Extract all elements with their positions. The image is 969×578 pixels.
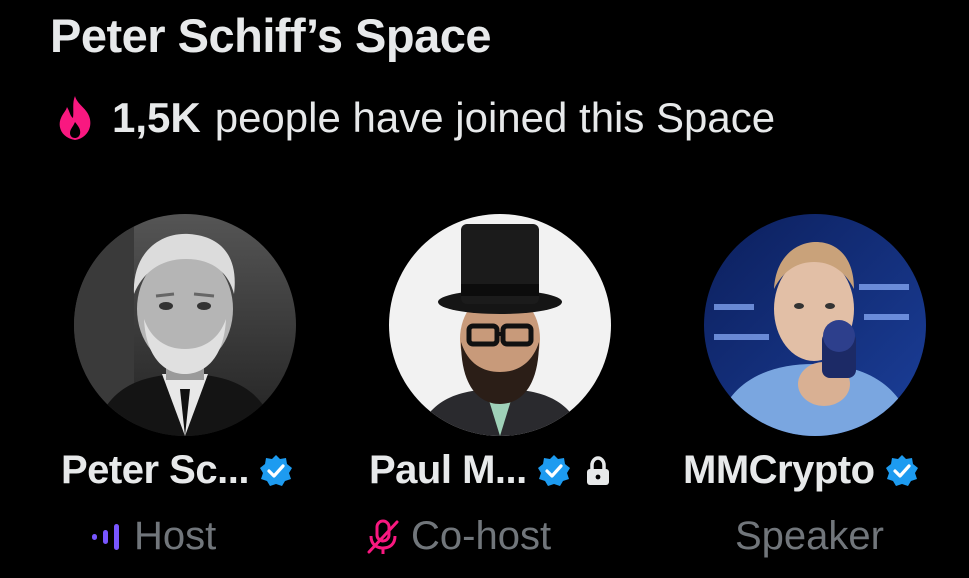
avatar[interactable] xyxy=(74,214,296,436)
avatar[interactable] xyxy=(704,214,926,436)
joined-text: people have joined this Space xyxy=(214,94,776,141)
participant-name: MMCrypto xyxy=(683,448,875,492)
verified-badge-icon xyxy=(537,454,570,486)
speaking-bars-icon xyxy=(92,523,119,550)
participant-name: Peter Sc... xyxy=(61,448,249,492)
participant-role: Host xyxy=(134,514,217,558)
avatar[interactable] xyxy=(389,214,611,436)
participant-role: Co-host xyxy=(411,514,552,558)
joined-count: 1,5K xyxy=(112,94,201,141)
participant-name: Paul M... xyxy=(369,448,527,492)
participant-role: Speaker xyxy=(735,514,884,558)
mic-muted-icon xyxy=(367,519,399,554)
lock-icon xyxy=(586,455,609,485)
verified-badge-icon xyxy=(885,454,918,486)
joined-summary: 1,5K people have joined this Space xyxy=(52,88,775,148)
space-title: Peter Schiff’s Space xyxy=(50,9,492,62)
verified-badge-icon xyxy=(259,454,292,486)
fire-icon xyxy=(59,96,91,140)
